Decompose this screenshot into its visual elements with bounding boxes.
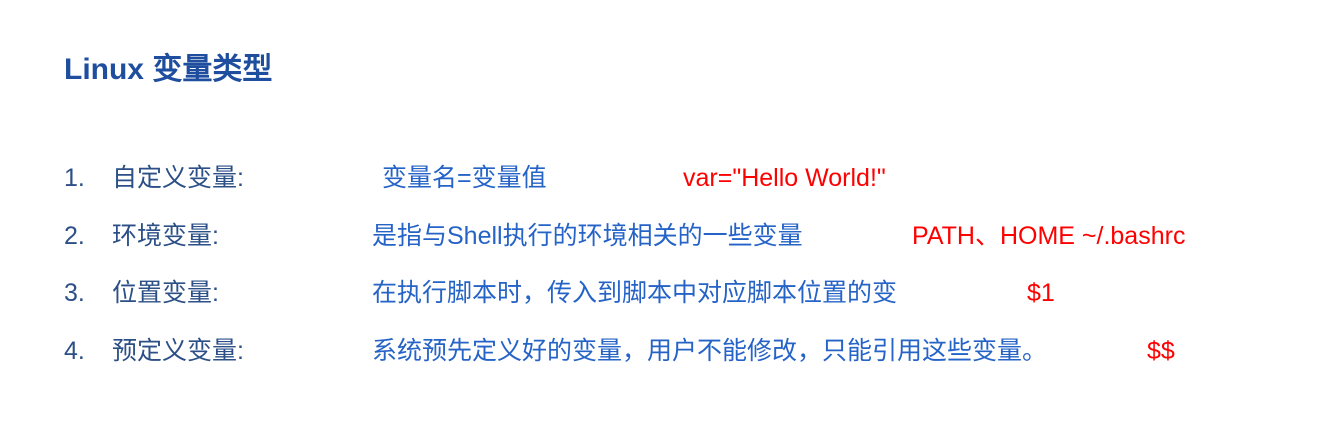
item-example: var="Hello World!"	[683, 164, 886, 192]
item-description: 在执行脚本时，传入到脚本中对应脚本位置的变	[372, 279, 898, 307]
page-title: Linux 变量类型	[64, 53, 273, 86]
item-label: 环境变量:	[112, 222, 219, 250]
item-number: 4.	[64, 337, 85, 365]
item-number: 2.	[64, 222, 85, 250]
item-example: $1	[1027, 279, 1055, 307]
item-label: 自定义变量:	[112, 164, 244, 192]
item-description: 系统预先定义好的变量，用户不能修改，只能引用这些变量。	[372, 337, 1048, 365]
item-number: 1.	[64, 164, 85, 192]
item-label: 预定义变量:	[112, 337, 244, 365]
item-example: PATH、HOME ~/.bashrc	[912, 222, 1186, 250]
list-item: 3. 位置变量: 在执行脚本时，传入到脚本中对应脚本位置的变 $1	[0, 273, 1328, 313]
item-number: 3.	[64, 279, 85, 307]
item-label: 位置变量:	[112, 279, 219, 307]
list-item: 1. 自定义变量: 变量名=变量值 var="Hello World!"	[0, 158, 1328, 198]
item-description: 变量名=变量值	[382, 164, 547, 192]
list-item: 4. 预定义变量: 系统预先定义好的变量，用户不能修改，只能引用这些变量。 $$	[0, 331, 1328, 371]
list-item: 2. 环境变量: 是指与Shell执行的环境相关的一些变量 PATH、HOME …	[0, 216, 1328, 256]
item-example: $$	[1147, 337, 1175, 365]
item-description: 是指与Shell执行的环境相关的一些变量	[372, 222, 803, 250]
